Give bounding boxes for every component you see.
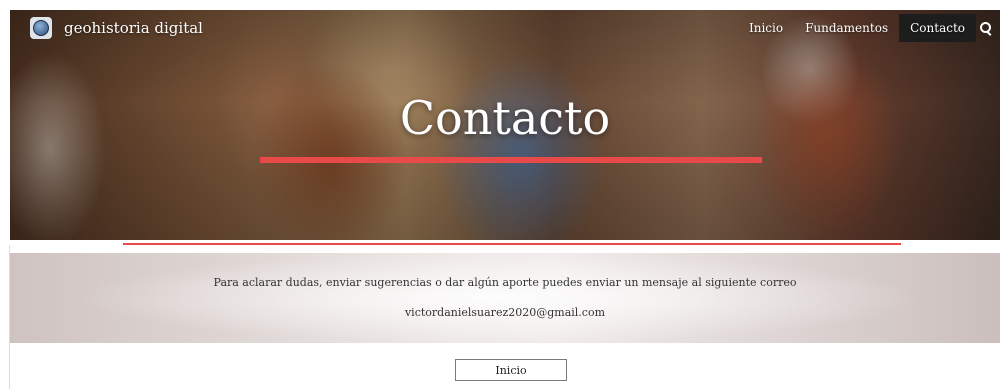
globe-logo-icon[interactable] <box>30 17 52 39</box>
site-title[interactable]: geohistoria digital <box>64 17 203 39</box>
page-title: Contacto <box>399 91 611 145</box>
section-divider <box>123 243 901 245</box>
search-icon-handle <box>986 31 992 36</box>
nav-item-contacto[interactable]: Contacto <box>899 14 976 42</box>
search-icon[interactable] <box>976 14 1000 42</box>
search-icon-lens <box>980 22 991 33</box>
nav-item-fundamentos[interactable]: Fundamentos <box>794 14 899 42</box>
contact-message: Para aclarar dudas, enviar sugerencias o… <box>213 276 797 289</box>
contact-message-section: Para aclarar dudas, enviar sugerencias o… <box>10 253 1000 343</box>
globe-icon <box>33 20 49 36</box>
title-underline <box>260 157 762 163</box>
page: geohistoria digital Inicio Fundamentos C… <box>0 0 1000 389</box>
contact-email[interactable]: victordanielsuarez2020@gmail.com <box>10 305 1000 321</box>
main-nav: Inicio Fundamentos Contacto <box>738 14 1000 42</box>
home-button[interactable]: Inicio <box>455 359 567 381</box>
nav-item-inicio[interactable]: Inicio <box>738 14 794 42</box>
